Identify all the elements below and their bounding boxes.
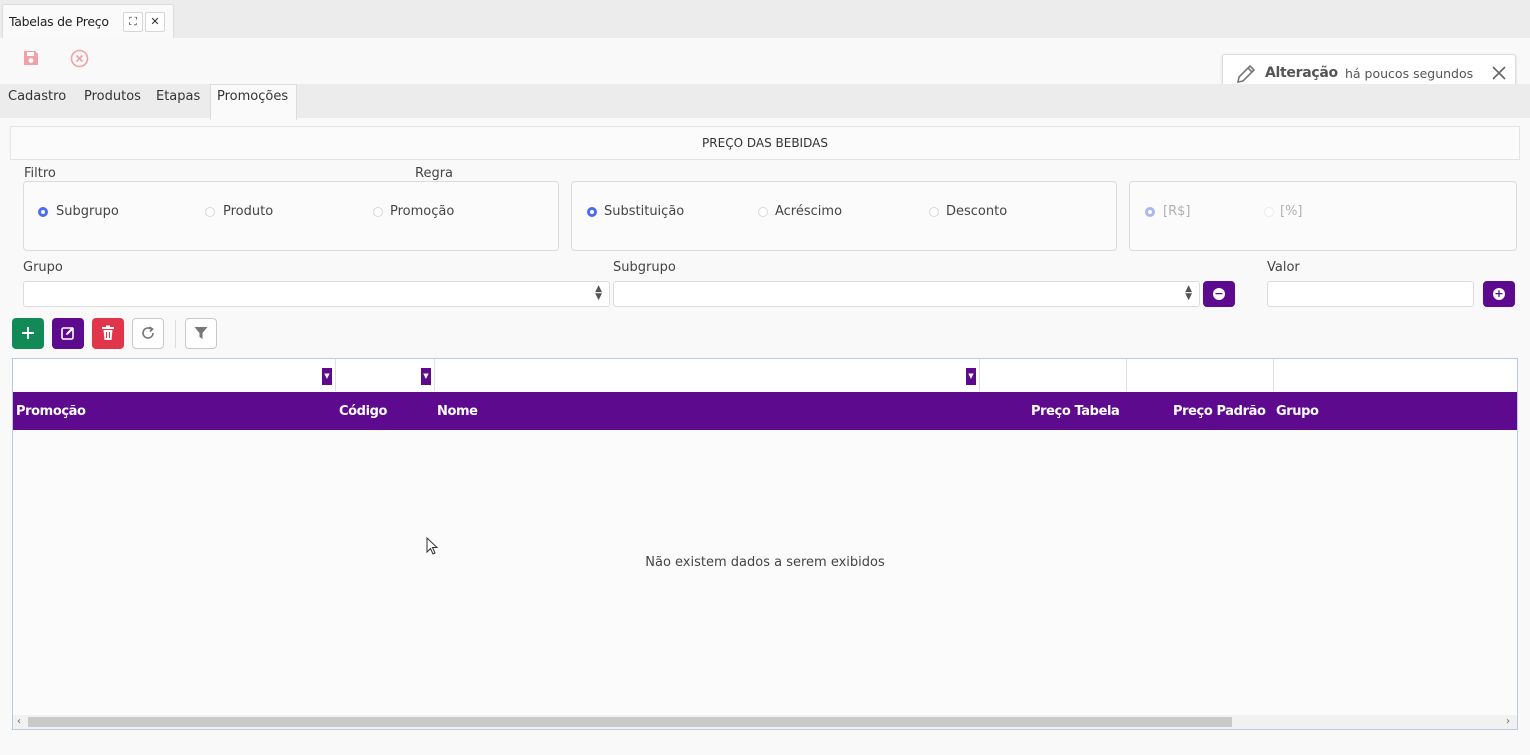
select-arrows-icon: ▲ ▼ (595, 284, 602, 302)
notification-label: Alteração (1265, 65, 1338, 81)
maximize-icon[interactable]: ⛶ (123, 12, 143, 32)
add-valor-button[interactable]: + (1483, 281, 1515, 307)
radio-percent-label[interactable]: [%] (1280, 204, 1303, 219)
filter-cell-codigo[interactable]: ▼ (336, 359, 435, 391)
radio-acrescimo[interactable] (758, 207, 768, 217)
section-panel: PREÇO DAS BEBIDAS (10, 126, 1520, 160)
close-notification-icon[interactable] (1491, 65, 1507, 81)
close-tab-icon[interactable]: ✕ (145, 12, 165, 32)
promotions-grid: ▼ ▼ ▼ Promoção Código Nome Preço Tabela … (12, 358, 1518, 730)
filter-cell-preco-tabela[interactable] (980, 359, 1127, 391)
valor-input[interactable] (1267, 281, 1474, 307)
radio-reais-label[interactable]: [R$] (1163, 204, 1190, 219)
toolbar-divider (175, 320, 176, 348)
edit-icon (61, 327, 74, 340)
notification-time: há poucos segundos (1345, 66, 1474, 81)
column-header-codigo[interactable]: Código (339, 404, 387, 419)
grid-header: Promoção Código Nome Preço Tabela Preço … (13, 392, 1517, 430)
filter-dropdown-icon[interactable]: ▼ (966, 368, 976, 385)
filter-cell-grupo[interactable] (1274, 359, 1517, 391)
filter-icon (194, 327, 208, 339)
radio-reais[interactable] (1145, 207, 1155, 217)
remove-subgrupo-button[interactable]: − (1203, 281, 1235, 307)
pencil-icon (1236, 64, 1256, 84)
regra-label: Regra (415, 166, 454, 181)
radio-desconto[interactable] (929, 207, 939, 217)
filtro-label: Filtro (24, 166, 56, 181)
radio-subgrupo-label[interactable]: Subgrupo (56, 204, 119, 219)
refresh-button[interactable] (132, 318, 164, 349)
cancel-icon[interactable] (70, 49, 89, 68)
horizontal-scrollbar[interactable]: ‹ › (13, 715, 1517, 729)
minus-icon: − (1213, 287, 1225, 300)
subgrupo-label: Subgrupo (613, 260, 676, 275)
edit-button[interactable] (52, 318, 84, 349)
filter-cell-promocao[interactable]: ▼ (13, 359, 336, 391)
grupo-label: Grupo (23, 260, 63, 275)
document-tab-bar (0, 0, 1530, 38)
radio-produto[interactable] (205, 207, 215, 217)
radio-substituicao-label[interactable]: Substituição (604, 204, 684, 219)
filter-cell-nome[interactable]: ▼ (435, 359, 980, 391)
column-header-preco-padrao[interactable]: Preço Padrão (1173, 404, 1266, 419)
filter-dropdown-icon[interactable]: ▼ (322, 368, 332, 385)
radio-substituicao[interactable] (587, 207, 597, 217)
delete-button[interactable] (92, 318, 124, 349)
column-header-nome[interactable]: Nome (437, 404, 478, 419)
tab-etapas[interactable]: Etapas (156, 89, 200, 104)
grupo-select[interactable]: ▲ ▼ (23, 281, 610, 307)
scrollbar-thumb[interactable] (28, 717, 1232, 727)
filter-dropdown-icon[interactable]: ▼ (421, 368, 431, 385)
radio-percent[interactable] (1264, 207, 1274, 217)
column-header-preco-tabela[interactable]: Preço Tabela (1031, 404, 1120, 419)
refresh-icon (142, 326, 154, 339)
plus-icon (22, 327, 34, 339)
column-header-grupo[interactable]: Grupo (1276, 404, 1319, 419)
section-title: PREÇO DAS BEBIDAS (702, 136, 828, 150)
mouse-cursor-icon (426, 537, 439, 555)
tab-cadastro[interactable]: Cadastro (8, 89, 66, 104)
save-icon[interactable] (22, 49, 40, 67)
scroll-left-icon[interactable]: ‹ (17, 716, 21, 727)
empty-grid-message: Não existem dados a serem exibidos (645, 555, 885, 570)
filter-button[interactable] (185, 318, 217, 349)
plus-icon: + (1493, 287, 1505, 300)
document-tab[interactable]: Tabelas de Preço ⛶ ✕ (2, 4, 174, 39)
subgrupo-select[interactable]: ▲ ▼ (613, 281, 1200, 307)
select-arrows-icon: ▲ ▼ (1185, 284, 1192, 302)
radio-acrescimo-label[interactable]: Acréscimo (775, 204, 842, 219)
scroll-right-icon[interactable]: › (1506, 716, 1510, 727)
column-header-promocao[interactable]: Promoção (16, 404, 86, 419)
radio-promocao-label[interactable]: Promoção (390, 204, 454, 219)
add-button[interactable] (12, 318, 44, 349)
radio-produto-label[interactable]: Produto (223, 204, 273, 219)
valor-label: Valor (1267, 260, 1300, 275)
radio-promocao[interactable] (373, 207, 383, 217)
radio-desconto-label[interactable]: Desconto (946, 204, 1007, 219)
tab-produtos[interactable]: Produtos (84, 89, 141, 104)
tab-promocoes[interactable]: Promoções (217, 89, 288, 104)
document-tab-title: Tabelas de Preço (9, 14, 109, 29)
radio-subgrupo[interactable] (38, 207, 48, 217)
filter-cell-preco-padrao[interactable] (1127, 359, 1274, 391)
trash-icon (102, 325, 114, 340)
